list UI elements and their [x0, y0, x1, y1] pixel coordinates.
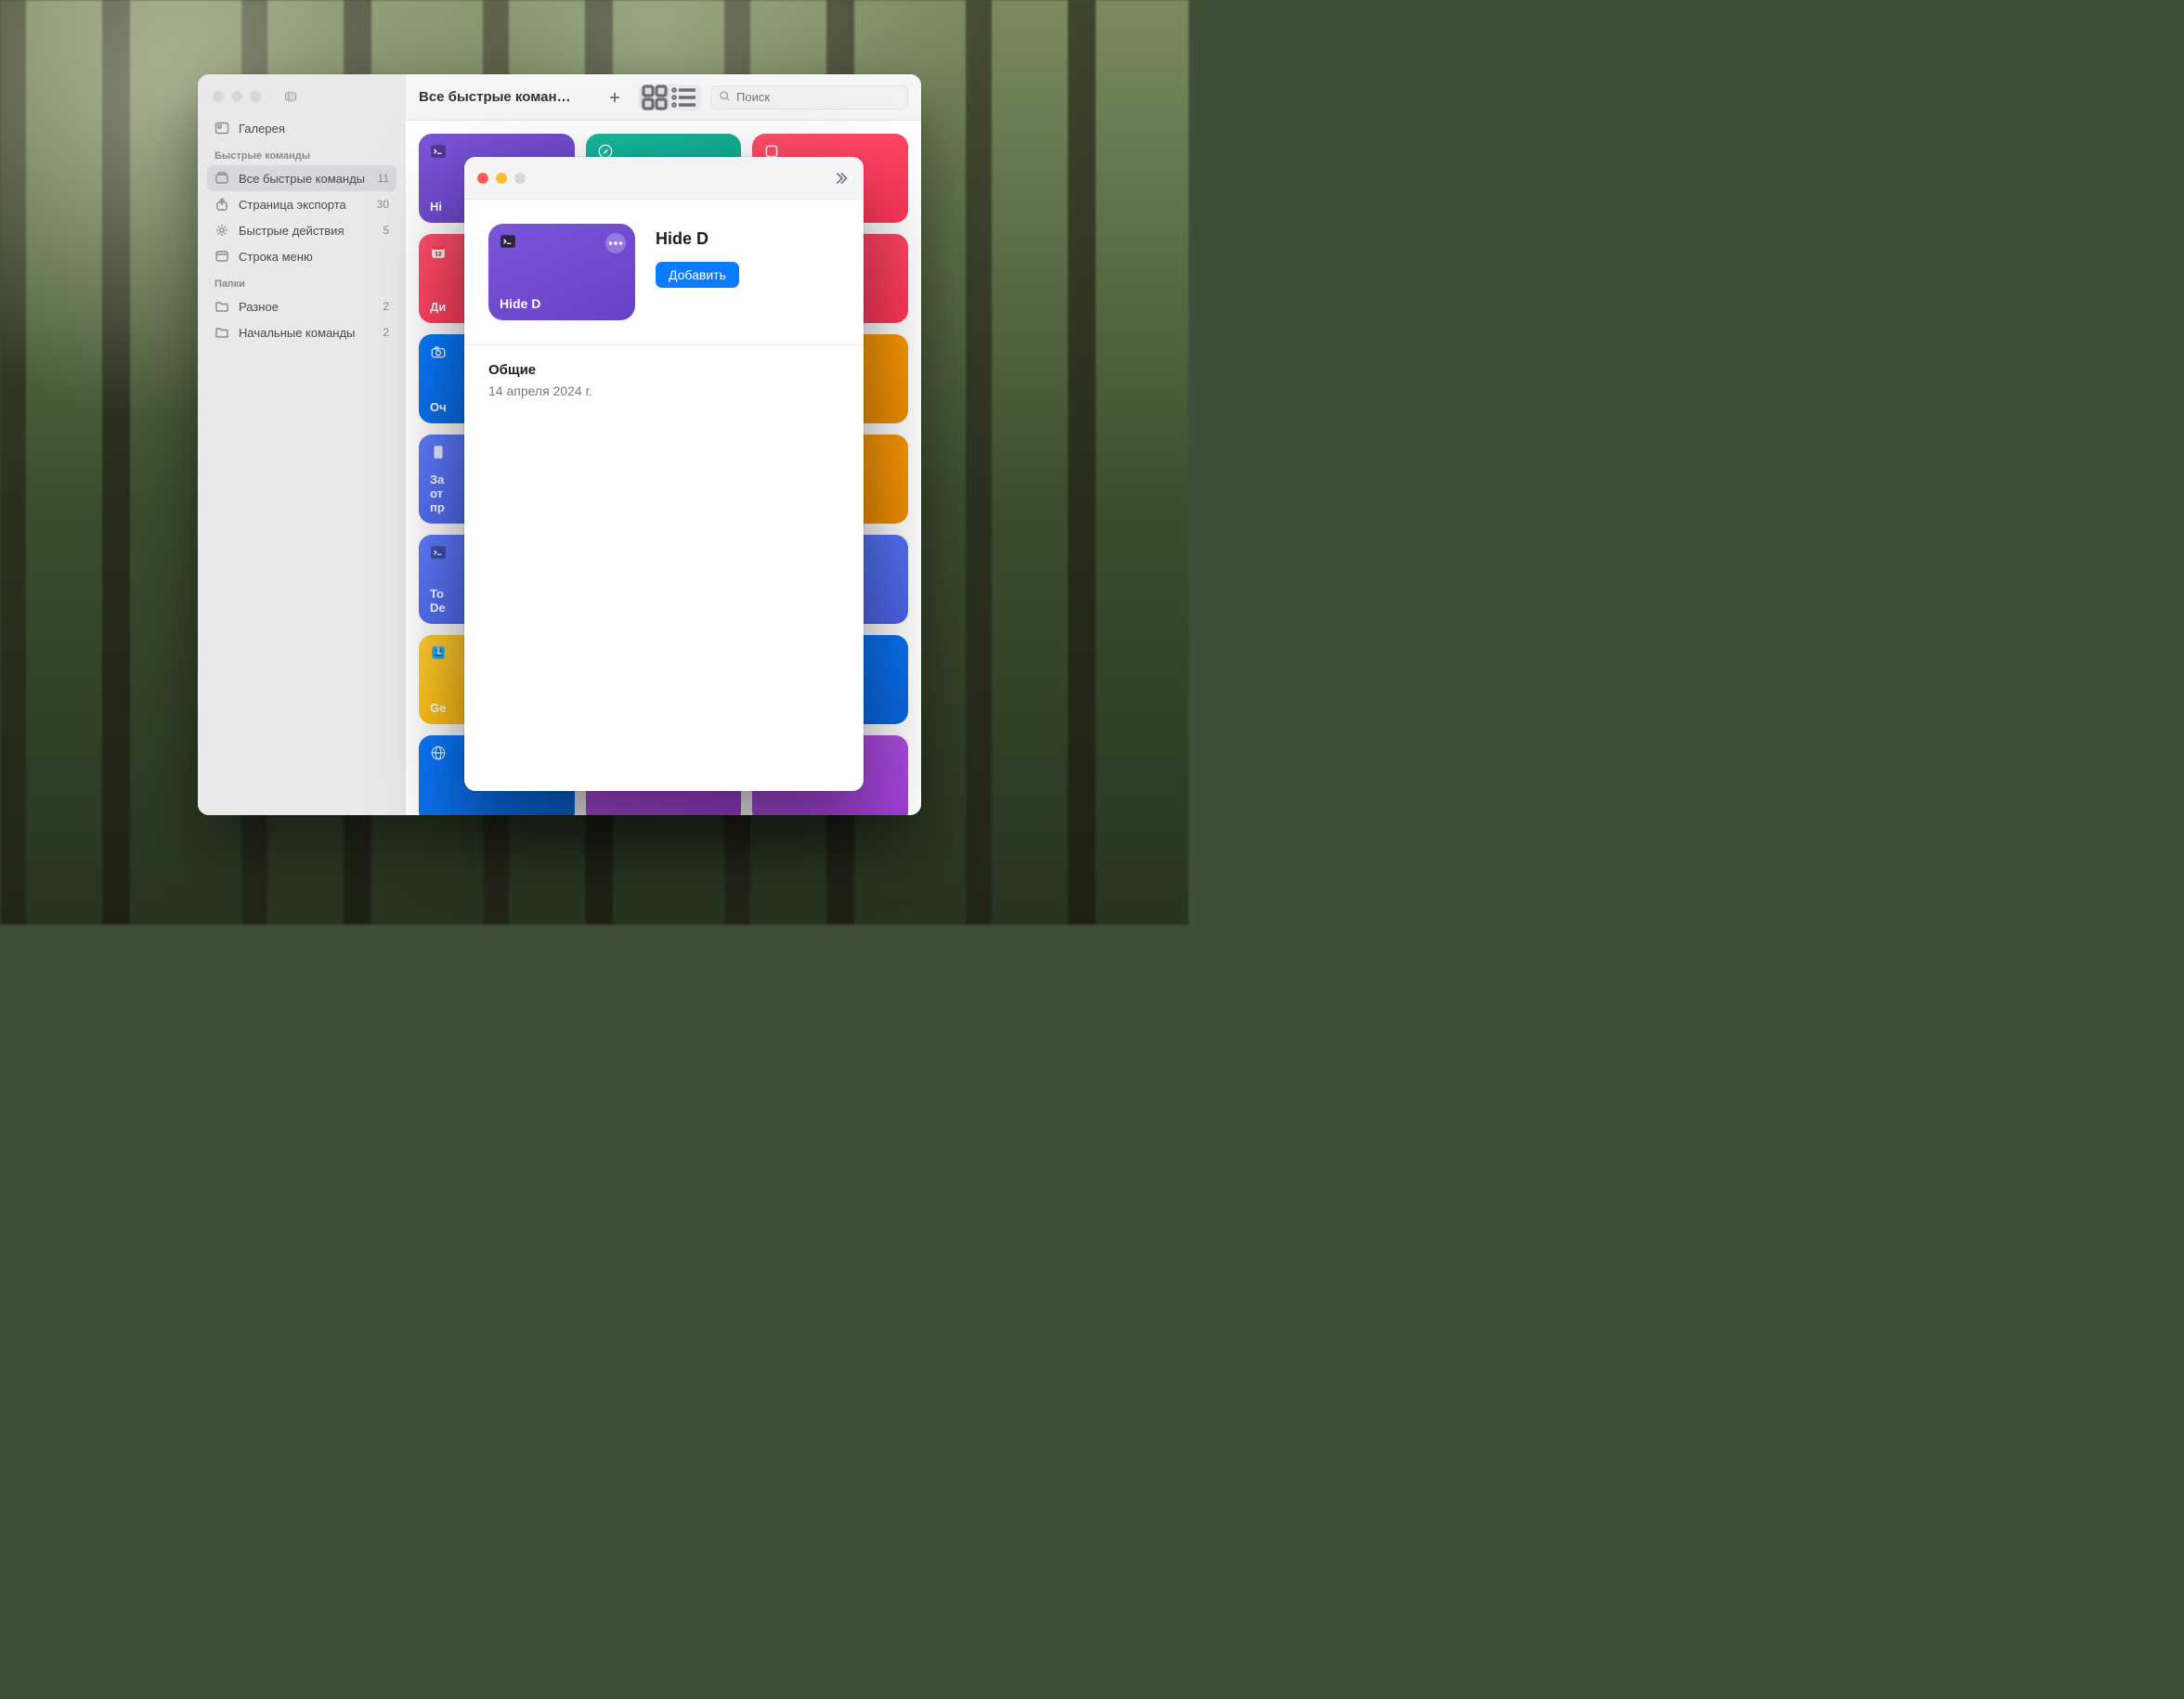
gallery-icon: [214, 121, 229, 136]
shortcut-title: Hide D: [656, 229, 739, 249]
calendar-icon: 12: [430, 243, 447, 260]
sheet-body: Hide D Hide D Добавить Общие 14 апреля 2…: [464, 200, 864, 398]
shortcut-date: 14 апреля 2024 г.: [488, 383, 839, 398]
expand-chevrons-icon[interactable]: [830, 168, 851, 188]
list-view-button[interactable]: [670, 86, 699, 109]
terminal-icon: [500, 233, 516, 250]
sidebar-item-gallery[interactable]: Галерея: [207, 115, 396, 141]
sidebar-toggle-icon[interactable]: [285, 91, 296, 102]
sheet-titlebar: [464, 157, 864, 200]
sidebar-section-folders: Папки: [207, 269, 396, 293]
traffic-close[interactable]: [477, 173, 488, 184]
more-options-button[interactable]: [605, 233, 626, 253]
search-input[interactable]: [736, 90, 900, 104]
sidebar-item-count: 2: [383, 326, 389, 339]
sheet-window-controls: [477, 173, 526, 184]
sidebar-item-label: Быстрые действия: [239, 224, 344, 238]
sidebar-folder-starter[interactable]: Начальные команды 2: [207, 319, 396, 345]
toolbar: Все быстрые коман…: [406, 74, 921, 121]
globe-icon: [430, 745, 447, 761]
traffic-zoom[interactable]: [514, 173, 526, 184]
sidebar: Галерея Быстрые команды Все быстрые кома…: [198, 74, 406, 815]
sidebar-item-menubar[interactable]: Строка меню: [207, 243, 396, 269]
terminal-icon: [430, 544, 447, 561]
search-icon: [719, 90, 731, 105]
sheet-hero-meta: Hide D Добавить: [656, 224, 739, 288]
traffic-minimize[interactable]: [231, 91, 242, 102]
sidebar-item-count: 5: [383, 224, 389, 237]
sidebar-item-export-page[interactable]: Страница экспорта 30: [207, 191, 396, 217]
shortcut-preview-card[interactable]: Hide D: [488, 224, 635, 320]
sidebar-section-shortcuts: Быстрые команды: [207, 141, 396, 165]
camera-icon: [430, 344, 447, 360]
add-shortcut-button[interactable]: Добавить: [656, 262, 739, 288]
doc-icon: [430, 444, 447, 460]
sidebar-item-all-shortcuts[interactable]: Все быстрые команды 11: [207, 165, 396, 191]
sidebar-folder-misc[interactable]: Разное 2: [207, 293, 396, 319]
sidebar-item-count: 30: [377, 198, 389, 211]
shortcut-detail-sheet: Hide D Hide D Добавить Общие 14 апреля 2…: [464, 157, 864, 791]
folder-icon: [214, 299, 229, 314]
grid-view-button[interactable]: [640, 86, 670, 109]
svg-text:12: 12: [435, 252, 442, 258]
traffic-close[interactable]: [213, 91, 224, 102]
preview-card-title: Hide D: [500, 296, 624, 311]
sheet-hero: Hide D Hide D Добавить: [488, 224, 839, 320]
sidebar-item-quick-actions[interactable]: Быстрые действия 5: [207, 217, 396, 243]
traffic-minimize[interactable]: [496, 173, 507, 184]
terminal-icon: [430, 143, 447, 160]
finder-icon: [430, 644, 447, 661]
section-heading-general: Общие: [488, 362, 839, 378]
sidebar-item-label: Разное: [239, 300, 279, 314]
gear-icon: [214, 223, 229, 238]
search-field[interactable]: [710, 85, 908, 110]
sidebar-item-label: Все быстрые команды: [239, 172, 365, 186]
traffic-zoom[interactable]: [250, 91, 261, 102]
stack-icon: [214, 171, 229, 186]
new-shortcut-button[interactable]: [601, 85, 629, 110]
sidebar-item-label: Галерея: [239, 122, 285, 136]
menubar-icon: [214, 249, 229, 264]
page-title: Все быстрые коман…: [419, 89, 571, 105]
divider: [464, 344, 864, 345]
sidebar-item-count: 2: [383, 300, 389, 313]
sidebar-item-label: Страница экспорта: [239, 198, 346, 212]
sidebar-item-label: Строка меню: [239, 250, 313, 264]
sidebar-item-label: Начальные команды: [239, 326, 355, 340]
share-icon: [214, 197, 229, 212]
view-mode-segmented: [638, 84, 701, 110]
folder-icon: [214, 325, 229, 340]
sidebar-item-count: 11: [378, 172, 389, 185]
window-controls: [207, 87, 396, 115]
